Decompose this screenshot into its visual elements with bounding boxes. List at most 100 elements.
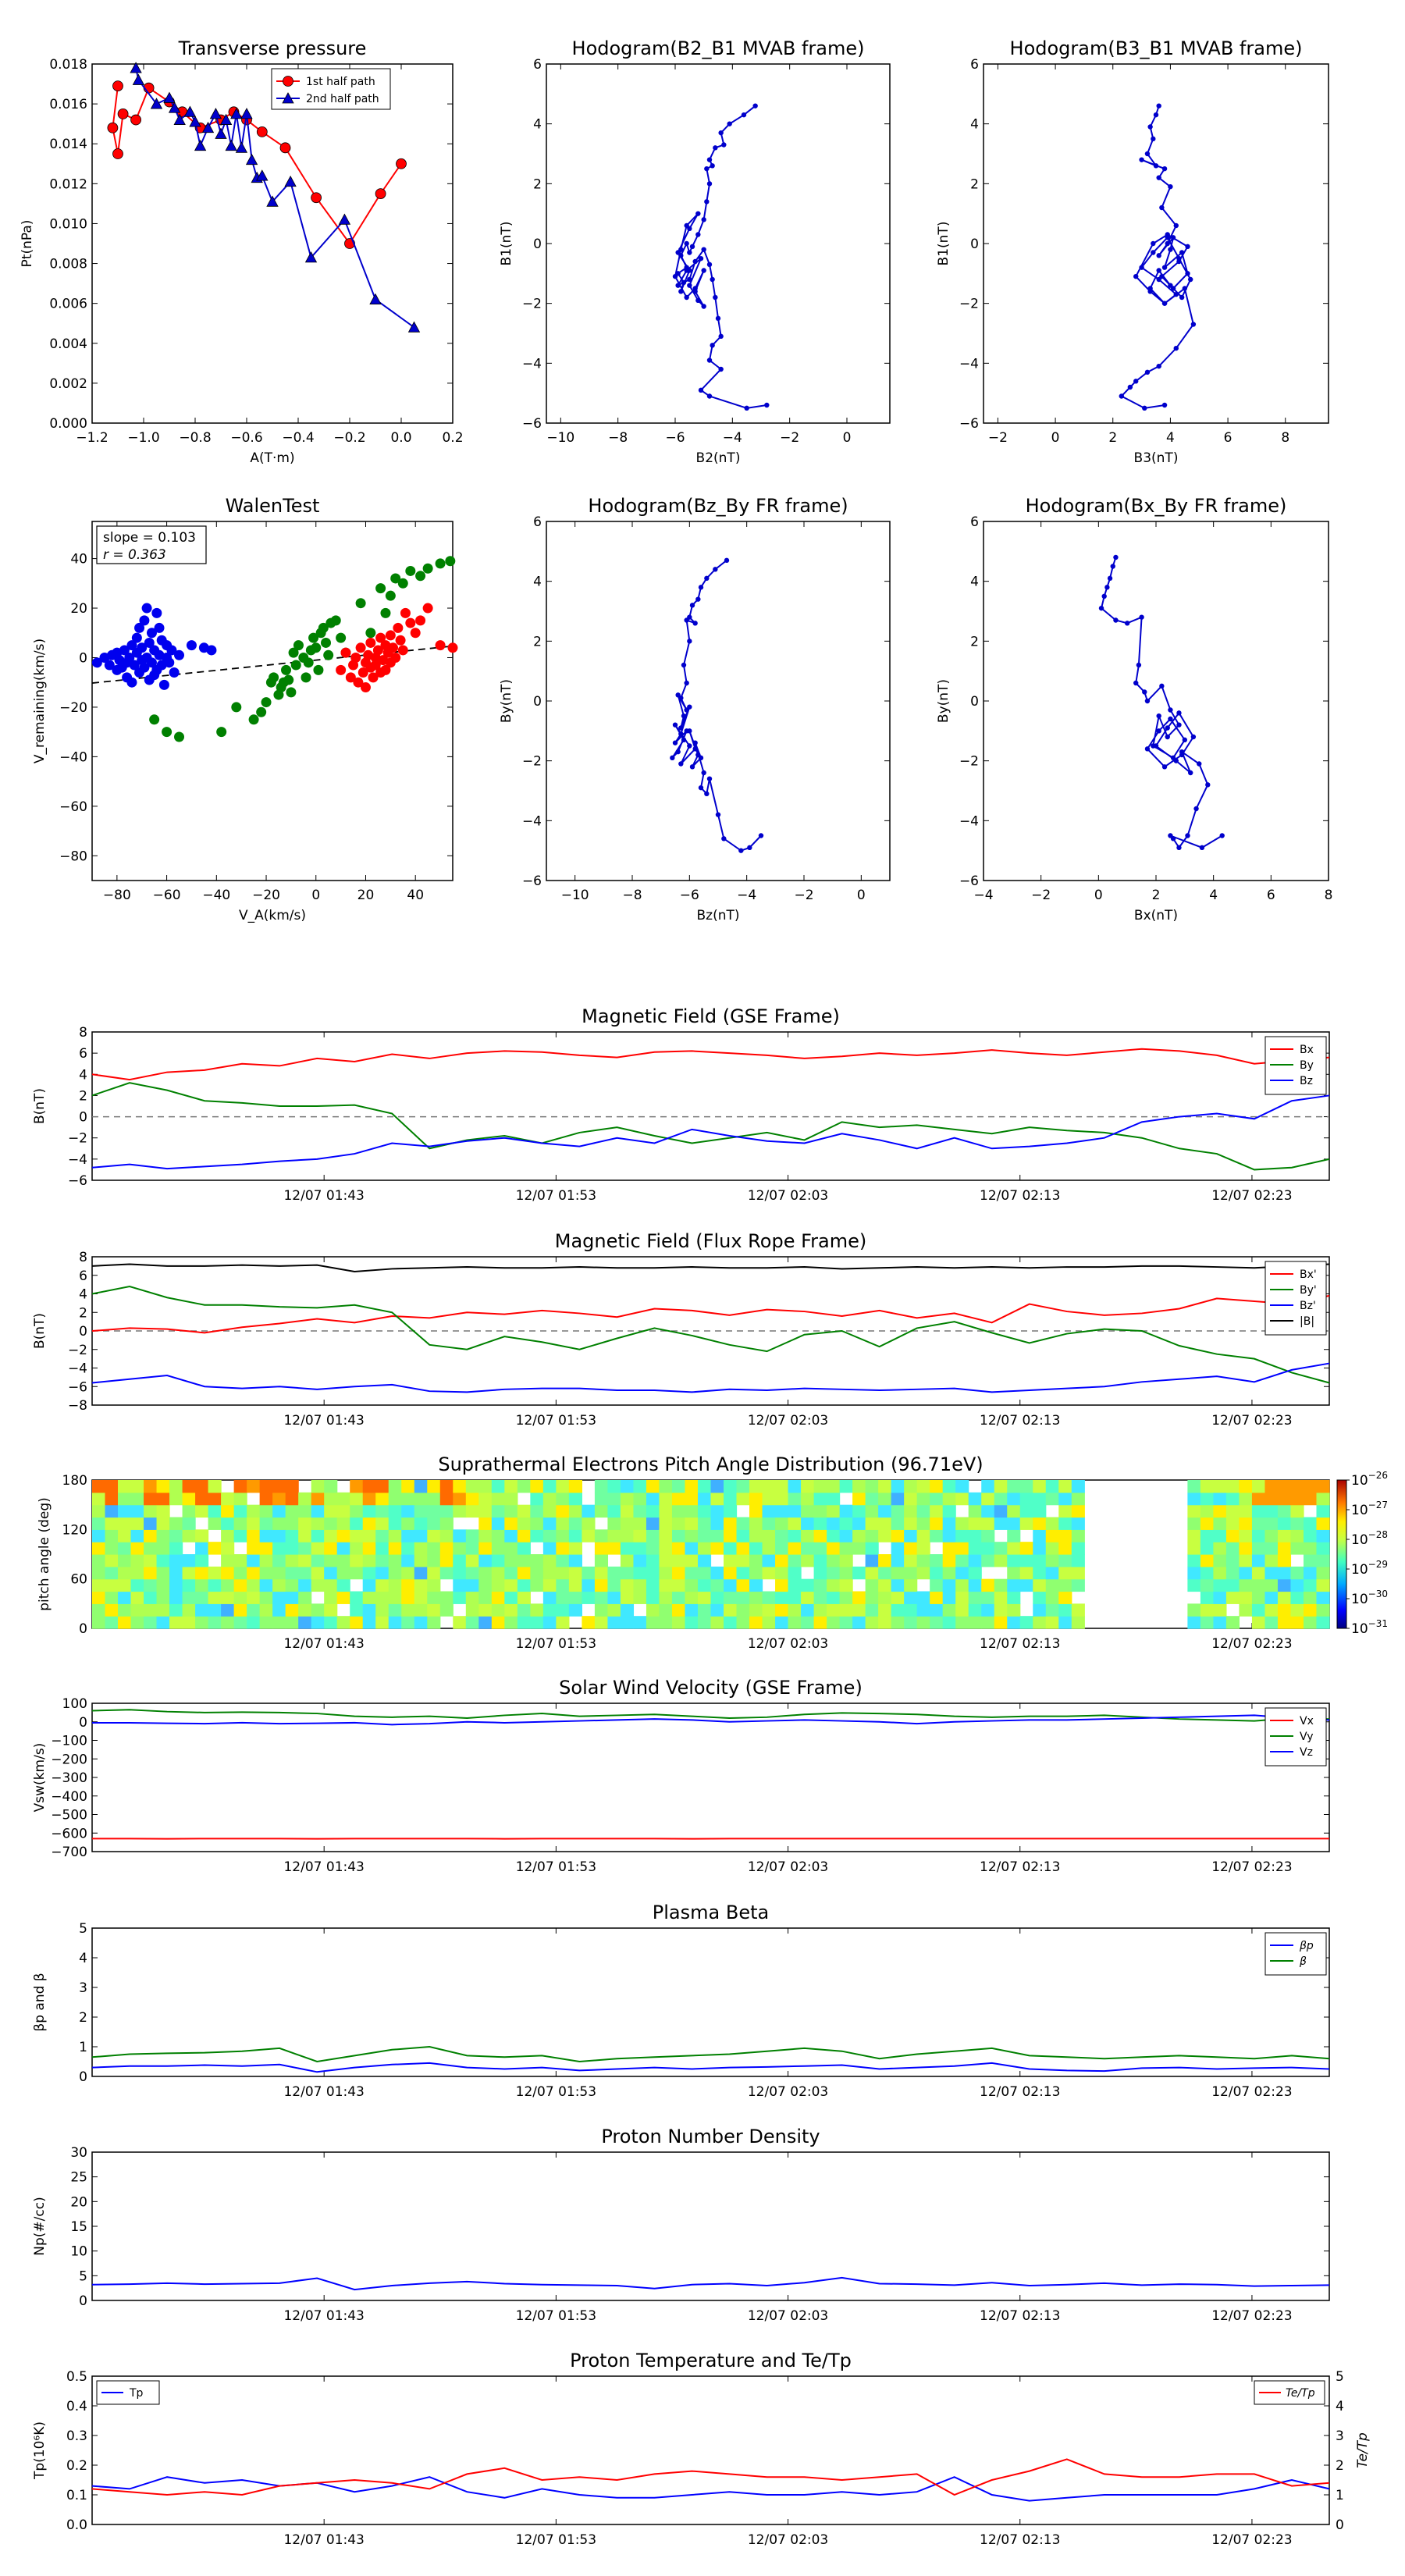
pad-heatmap-cell (504, 1554, 518, 1567)
pad-heatmap-cell (1187, 1616, 1201, 1629)
pad-heatmap-cell (272, 1616, 286, 1629)
pad-heatmap-cell (930, 1517, 944, 1530)
pad-heatmap-cell (542, 1616, 557, 1629)
h1-data-point (678, 247, 684, 252)
pad-heatmap-cell (350, 1616, 364, 1629)
pad-heatmap-cell (195, 1554, 209, 1567)
pad-heatmap-cell (697, 1554, 712, 1567)
pad-heatmap-cell (92, 1529, 106, 1542)
pad-heatmap-cell (517, 1504, 531, 1518)
pad-heatmap-cell (324, 1566, 338, 1580)
h2-ytick-label: −4 (959, 356, 979, 372)
pad-heatmap-cell (1071, 1578, 1085, 1592)
pad-heatmap-cell (272, 1566, 286, 1580)
pad-heatmap-cell (233, 1480, 247, 1493)
pad-heatmap-cell (659, 1492, 673, 1506)
pad-heatmap-cell (1316, 1603, 1330, 1617)
h2-data-point (1165, 235, 1170, 240)
pad-heatmap-cell (144, 1480, 158, 1493)
h2-data-point (1188, 276, 1193, 283)
tp-ytick-label: 0.004 (49, 336, 87, 352)
pad-heatmap-cell (659, 1616, 673, 1629)
pad-heatmap-cell (1290, 1529, 1304, 1542)
pad-heatmap-cell (272, 1492, 286, 1506)
pad-heatmap-cell (633, 1517, 647, 1530)
walen-data-point (393, 622, 404, 633)
pad-heatmap-cell (401, 1542, 415, 1555)
pad-heatmap-cell (92, 1542, 106, 1555)
tp-data-point (112, 80, 123, 92)
pad-heatmap-cell (517, 1591, 531, 1604)
pad-heatmap-cell (697, 1492, 712, 1506)
pad-heatmap-cell (556, 1554, 570, 1567)
h1-plot-frame (546, 63, 891, 424)
pad-heatmap-cell (916, 1591, 930, 1604)
pad-heatmap-cell (1290, 1504, 1304, 1518)
pad-heatmap-cell (762, 1616, 776, 1629)
pad-heatmap-cell (517, 1566, 531, 1580)
pad-heatmap-cell (788, 1616, 802, 1629)
pad-heatmap-cell (311, 1529, 325, 1542)
pad-heatmap-cell (401, 1517, 415, 1530)
pad-heatmap-cell (478, 1517, 493, 1530)
vsw-ytick-label: −300 (51, 1770, 87, 1786)
walen-data-point (216, 727, 227, 738)
pad-heatmap-cell (1239, 1591, 1253, 1604)
beta-xtick-label: 12/07 01:43 (283, 2084, 364, 2100)
pad-heatmap-cell (813, 1566, 827, 1580)
mag_fr-panel: Magnetic Field (Flux Rope Frame)−8−6−4−2… (32, 1230, 1330, 1429)
pad-heatmap-cell (375, 1480, 389, 1493)
h1-data-point (687, 283, 692, 288)
beta-ylabel: βp and β (32, 1973, 48, 2031)
walen-data-point (303, 657, 314, 668)
tp-data-point (189, 116, 201, 127)
pad-heatmap-cell (556, 1529, 570, 1542)
pad-heatmap-cell (891, 1492, 905, 1506)
h2-data-point (1179, 294, 1185, 301)
mag_gse-ytick-label: 0 (79, 1110, 87, 1126)
mag_fr-ytick-label: 6 (79, 1268, 87, 1284)
pad-heatmap-cell (1264, 1517, 1279, 1530)
pad-heatmap-cell (247, 1517, 261, 1530)
mag_fr-ytick-label: −8 (68, 1398, 87, 1414)
pad-heatmap-cell (582, 1517, 596, 1530)
pad-heatmap-cell (105, 1517, 119, 1530)
pad-heatmap-cell (865, 1517, 879, 1530)
pad-heatmap-cell (775, 1554, 789, 1567)
tp_ratio-xtick-label: 12/07 02:23 (1211, 2532, 1292, 2548)
pad-heatmap-cell (542, 1591, 557, 1604)
beta-xtick-label: 12/07 02:13 (980, 2084, 1060, 2100)
pad-heatmap-cell (981, 1542, 995, 1555)
h2-ytick-label: −2 (959, 297, 979, 312)
pad-heatmap-cell (1303, 1603, 1318, 1617)
pad-heatmap-cell (788, 1504, 802, 1518)
np-ytick-label: 20 (70, 2194, 87, 2210)
h1-data-point (698, 255, 704, 262)
walen-data-point (151, 607, 162, 618)
tp-data-point (256, 126, 268, 137)
pad-heatmap-cell (105, 1480, 119, 1493)
pad-heatmap-cell (762, 1566, 776, 1580)
pad-heatmap-cell (878, 1566, 892, 1580)
pad-heatmap-cell (401, 1492, 415, 1506)
pad-heatmap-cell (336, 1529, 350, 1542)
pad-heatmap-cell (478, 1504, 493, 1518)
h4-data-point (1199, 845, 1205, 851)
pad-heatmap-cell (749, 1591, 763, 1604)
pad-heatmap-cell (788, 1492, 802, 1506)
pad-heatmap-cell (362, 1603, 376, 1617)
pad-heatmap-cell (813, 1616, 827, 1629)
pad-colorbar-base: 10 (1351, 1562, 1368, 1578)
pad-heatmap-cell (208, 1591, 222, 1604)
pad-heatmap-cell (414, 1616, 428, 1629)
pad-heatmap-cell (375, 1529, 389, 1542)
pad-heatmap-cell (388, 1492, 402, 1506)
pad-heatmap-cell (1303, 1591, 1318, 1604)
pad-heatmap-cell (504, 1603, 518, 1617)
pad-heatmap-cell (930, 1616, 944, 1629)
pad-heatmap-cell (891, 1591, 905, 1604)
pad-heatmap-cell (724, 1504, 738, 1518)
pad-heatmap-cell (749, 1566, 763, 1580)
tp-data-point (132, 73, 145, 85)
pad-heatmap-cell (388, 1554, 402, 1567)
